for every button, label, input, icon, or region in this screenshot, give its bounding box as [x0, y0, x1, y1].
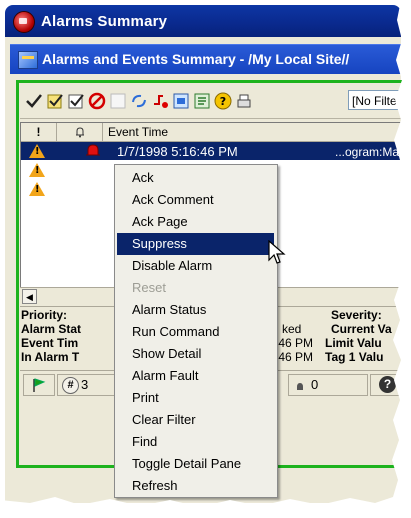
torn-edge	[0, 0, 411, 518]
